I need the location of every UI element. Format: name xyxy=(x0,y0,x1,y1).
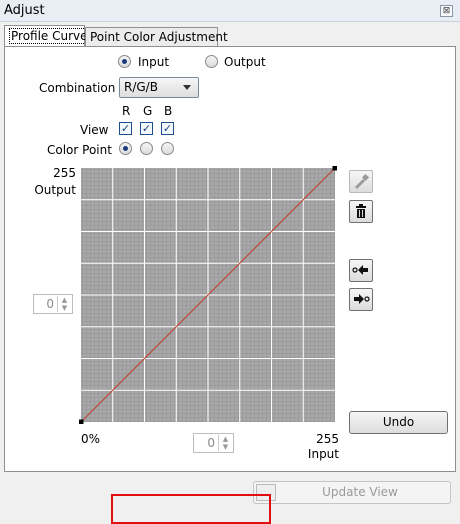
view-b-checkbox[interactable]: ✓ xyxy=(161,122,174,135)
input-axis-label: Input xyxy=(307,447,339,461)
next-point-icon xyxy=(354,294,370,304)
color-point-b-radio[interactable] xyxy=(161,142,174,155)
input-value-spinner[interactable]: 0 ▲ ▼ xyxy=(193,433,234,453)
curve-control-point[interactable] xyxy=(332,166,338,171)
color-point-label: Color Point xyxy=(47,143,112,157)
next-point-button[interactable] xyxy=(349,288,373,311)
input-spinner-value: 0 xyxy=(207,436,215,450)
input-radio[interactable] xyxy=(118,55,131,68)
eyedropper-button[interactable] xyxy=(349,170,373,193)
update-view-label: Update View xyxy=(322,485,398,499)
input-spinner-buttons[interactable]: ▲ ▼ xyxy=(218,435,232,451)
spinner-up-icon[interactable]: ▲ xyxy=(58,296,71,304)
tab-point-color-label: Point Color Adjustment xyxy=(90,30,228,44)
combination-select[interactable]: R/G/B xyxy=(119,77,199,98)
title-bar: Adjust ⊠ xyxy=(0,0,460,22)
trash-icon xyxy=(356,204,366,218)
prev-point-icon xyxy=(352,265,368,275)
prev-point-button[interactable] xyxy=(349,259,373,282)
channel-g-label: G xyxy=(143,104,153,118)
update-view-button[interactable]: Update View xyxy=(253,481,451,504)
eyedropper-icon xyxy=(355,173,370,189)
output-radio[interactable] xyxy=(205,55,218,68)
output-axis-label: Output xyxy=(34,183,76,197)
spinner-up-icon[interactable]: ▲ xyxy=(219,435,232,443)
tab-point-color-adjustment[interactable]: Point Color Adjustment xyxy=(85,27,228,46)
view-label: View xyxy=(80,123,109,137)
channel-b-label: B xyxy=(164,104,173,118)
output-value-spinner[interactable]: 0 ▲ ▼ xyxy=(33,294,73,314)
output-radio-label: Output xyxy=(224,55,266,69)
channel-r-label: R xyxy=(122,104,131,118)
color-point-r-radio[interactable] xyxy=(119,142,132,155)
output-spinner-buttons[interactable]: ▲ ▼ xyxy=(57,296,71,312)
spinner-down-icon[interactable]: ▼ xyxy=(219,443,232,451)
chevron-down-icon xyxy=(183,85,191,90)
highlight-frame xyxy=(111,494,271,524)
delete-point-button[interactable] xyxy=(349,200,373,223)
input-max-label: 255 xyxy=(316,432,339,446)
combination-value: R/G/B xyxy=(124,80,158,94)
curve-control-point[interactable] xyxy=(79,419,84,425)
input-radio-label: Input xyxy=(138,55,170,69)
window-title: Adjust xyxy=(4,3,45,18)
output-max-label: 255 xyxy=(53,166,76,180)
view-r-checkbox[interactable]: ✓ xyxy=(119,122,132,135)
tab-profile-curve-label: Profile Curve xyxy=(9,28,90,44)
undo-button[interactable]: Undo xyxy=(349,411,448,434)
input-min-label: 0% xyxy=(81,432,101,446)
combination-label: Combination xyxy=(39,81,116,95)
spinner-down-icon[interactable]: ▼ xyxy=(58,304,71,312)
profile-curve-graph[interactable] xyxy=(79,166,337,424)
view-g-checkbox[interactable]: ✓ xyxy=(140,122,153,135)
close-icon[interactable]: ⊠ xyxy=(440,5,453,17)
output-spinner-value: 0 xyxy=(46,297,54,311)
color-point-g-radio[interactable] xyxy=(140,142,153,155)
tab-profile-curve[interactable]: Profile Curve xyxy=(4,25,90,47)
